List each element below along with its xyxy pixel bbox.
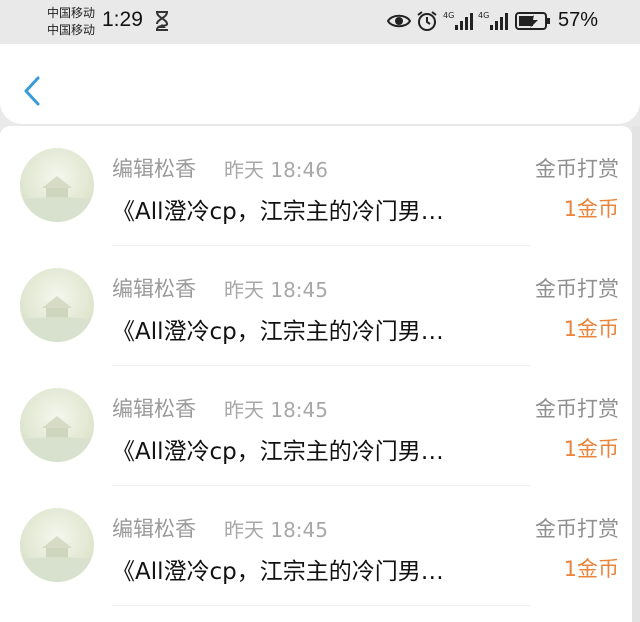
record-time: 昨天 18:45	[224, 398, 328, 422]
list-item[interactable]: 编辑松香 昨天 18:45 金币打赏 《All澄冷cp，江宗主的冷门男… 1金币	[0, 486, 632, 606]
reward-amount: 1金币	[563, 197, 619, 221]
reward-record-list: 编辑松香 昨天 18:46 金币打赏 《All澄冷cp，江宗主的冷门男… 1金币…	[0, 126, 632, 622]
eye-icon	[387, 14, 411, 28]
book-title: 《All澄冷cp，江宗主的冷门男…	[112, 439, 444, 465]
book-title: 《All澄冷cp，江宗主的冷门男…	[112, 319, 444, 345]
avatar[interactable]	[20, 508, 94, 582]
battery-percentage: 57%	[558, 9, 599, 31]
signal-4g-icon: 4G	[443, 11, 473, 30]
svg-text:4G: 4G	[443, 11, 454, 20]
reward-type: 金币打赏	[535, 157, 619, 181]
svg-text:4G: 4G	[478, 11, 489, 20]
status-time: 1:29	[102, 8, 143, 31]
avatar[interactable]	[20, 268, 94, 342]
carrier-labels: 中国移动 中国移动	[47, 5, 95, 39]
sender-name: 编辑松香	[112, 517, 196, 541]
record-time: 昨天 18:45	[224, 278, 328, 302]
sender-name: 编辑松香	[112, 397, 196, 421]
row-divider	[112, 605, 530, 606]
chevron-left-icon	[24, 76, 40, 106]
reward-type: 金币打赏	[535, 277, 619, 301]
top-nav-bar	[0, 44, 640, 124]
reward-type: 金币打赏	[535, 517, 619, 541]
reward-amount: 1金币	[563, 437, 619, 461]
avatar-image	[20, 148, 94, 222]
sender-name: 编辑松香	[112, 277, 196, 301]
reward-amount: 1金币	[563, 317, 619, 341]
avatar-image	[20, 388, 94, 462]
signal-4g-icon: 4G	[478, 11, 508, 30]
reward-amount: 1金币	[563, 557, 619, 581]
carrier-1: 中国移动	[47, 6, 96, 20]
hourglass-icon	[156, 11, 169, 31]
sender-name: 编辑松香	[112, 157, 196, 181]
list-item[interactable]: 编辑松香 昨天 18:46 金币打赏 《All澄冷cp，江宗主的冷门男… 1金币	[0, 126, 632, 246]
book-title: 《All澄冷cp，江宗主的冷门男…	[112, 559, 444, 585]
status-bar: 中国移动 中国移动 1:29 4G 4G 57%	[0, 0, 640, 44]
alarm-icon	[417, 11, 437, 31]
reward-type: 金币打赏	[535, 397, 619, 421]
list-item[interactable]: 编辑松香 昨天 18:45 金币打赏 《All澄冷cp，江宗主的冷门男… 1金币	[0, 366, 632, 486]
avatar[interactable]	[20, 148, 94, 222]
book-title: 《All澄冷cp，江宗主的冷门男…	[112, 199, 444, 225]
record-time: 昨天 18:46	[224, 158, 328, 182]
avatar[interactable]	[20, 388, 94, 462]
carrier-2: 中国移动	[47, 23, 96, 37]
battery-charging-icon	[515, 12, 550, 30]
list-item[interactable]: 编辑松香 昨天 18:45 金币打赏 《All澄冷cp，江宗主的冷门男… 1金币	[0, 246, 632, 366]
avatar-image	[20, 508, 94, 582]
record-time: 昨天 18:45	[224, 518, 328, 542]
scrollbar-track[interactable]	[632, 126, 640, 622]
avatar-image	[20, 268, 94, 342]
back-button[interactable]	[18, 72, 48, 110]
